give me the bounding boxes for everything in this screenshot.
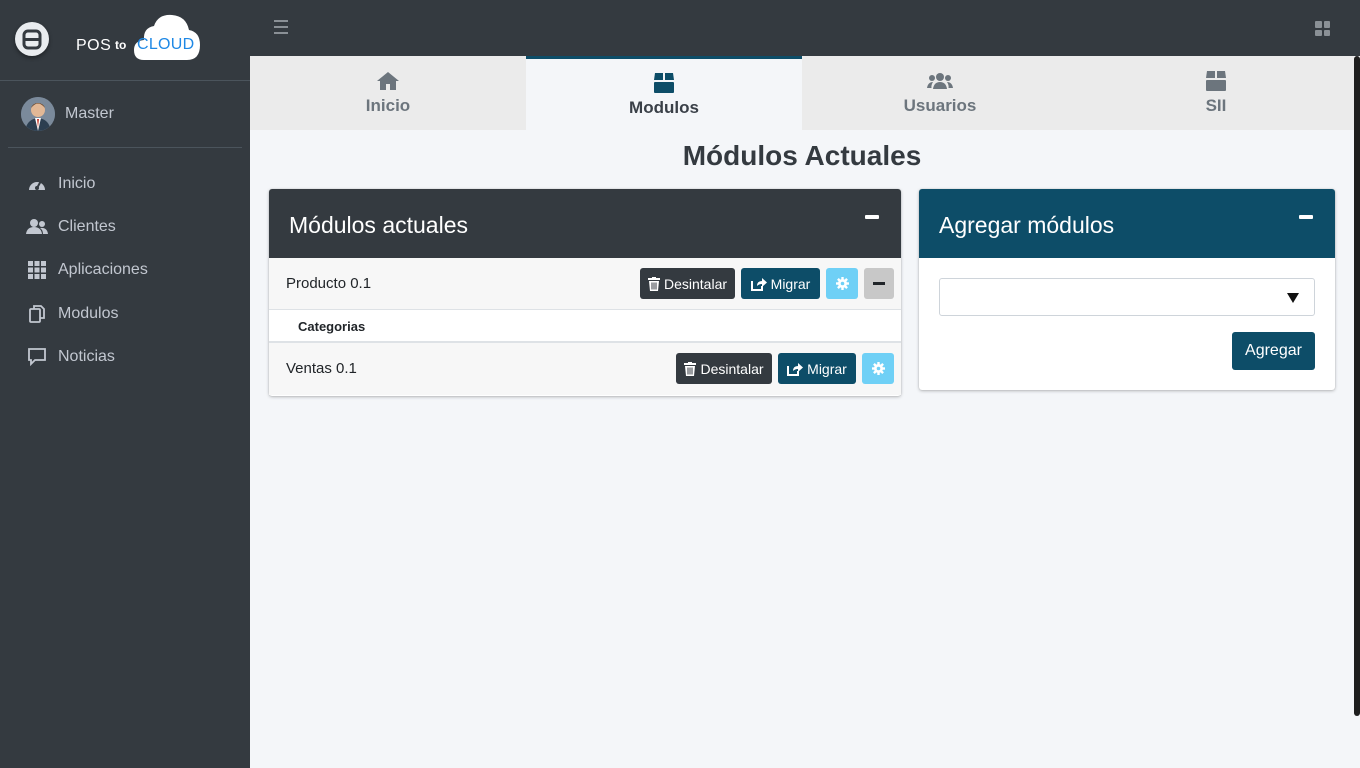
submodule-row: Categorias	[269, 310, 901, 343]
sidebar-item-inicio[interactable]: Inicio	[18, 162, 242, 205]
scrollbar[interactable]	[1354, 56, 1360, 716]
sidebar-item-modulos[interactable]: Modulos	[18, 292, 242, 335]
sidebar-nav: Inicio Clientes Aplicaciones Modulos Not…	[18, 162, 242, 379]
tab-sii[interactable]: SII	[1078, 56, 1354, 130]
apps-grid-icon[interactable]	[1315, 21, 1330, 36]
uninstall-button[interactable]: Desintalar	[640, 268, 735, 299]
card-header: Módulos actuales	[269, 189, 901, 258]
module-name: Ventas 0.1	[286, 360, 357, 377]
module-row: Ventas 0.1 Desintalar Migrar	[269, 343, 901, 395]
tab-label: Usuarios	[903, 96, 977, 115]
settings-button[interactable]	[862, 353, 894, 384]
add-modules-card: Agregar módulos Agregar	[919, 189, 1335, 390]
uninstall-label: Desintalar	[663, 275, 728, 292]
sidebar-item-label: Clientes	[58, 218, 116, 236]
current-modules-card: Módulos actuales Producto 0.1 Desintalar…	[269, 189, 901, 396]
avatar	[21, 97, 55, 131]
caret-down-icon	[1287, 293, 1299, 303]
collapse-icon[interactable]	[865, 215, 879, 219]
tab-label: Modulos	[629, 97, 699, 117]
migrate-button[interactable]: Migrar	[741, 268, 820, 299]
user-name: Master	[65, 105, 114, 122]
share-square-icon	[787, 362, 804, 376]
collapse-module-button[interactable]	[864, 268, 894, 299]
migrate-label: Migrar	[807, 360, 847, 377]
card-title: Agregar módulos	[939, 212, 1115, 238]
tachometer-icon	[26, 174, 48, 194]
card-header: Agregar módulos	[919, 189, 1335, 258]
sidebar-item-label: Inicio	[58, 174, 96, 192]
comment-icon	[26, 347, 48, 367]
sidebar-item-label: Aplicaciones	[58, 261, 148, 279]
migrate-label: Migrar	[770, 275, 811, 292]
brand-cloud: CLOUD	[137, 36, 195, 53]
sidebar: POS to CLOUD Master Inicio Clientes Apli…	[0, 0, 250, 768]
module-select[interactable]	[939, 278, 1315, 316]
card-title: Módulos actuales	[289, 212, 468, 238]
box-icon	[653, 72, 675, 94]
trash-icon	[684, 361, 697, 376]
menu-toggle-icon[interactable]	[274, 20, 288, 34]
th-icon	[26, 260, 48, 280]
uninstall-label: Desintalar	[700, 360, 764, 377]
users-icon	[927, 70, 953, 92]
page-title: Módulos Actuales	[682, 140, 922, 171]
sidebar-item-noticias[interactable]: Noticias	[18, 336, 242, 379]
sidebar-item-aplicaciones[interactable]: Aplicaciones	[18, 249, 242, 292]
tab-modulos[interactable]: Modulos	[526, 56, 802, 130]
add-module-button[interactable]: Agregar	[1232, 332, 1315, 370]
sidebar-item-label: Modulos	[58, 304, 119, 322]
tab-usuarios[interactable]: Usuarios	[802, 56, 1078, 130]
gear-icon	[835, 277, 849, 290]
logo-icon	[15, 22, 49, 56]
brand-to: to	[115, 38, 127, 52]
box-icon	[1205, 70, 1227, 92]
module-name: Producto 0.1	[286, 275, 372, 292]
home-icon	[376, 70, 400, 92]
module-row: Producto 0.1 Desintalar Migrar	[269, 258, 901, 310]
tab-label: SII	[1205, 96, 1227, 115]
users-icon	[26, 217, 48, 237]
topbar	[250, 0, 1360, 56]
user-panel[interactable]: Master	[8, 82, 242, 148]
migrate-button[interactable]: Migrar	[778, 353, 856, 384]
minus-icon	[873, 282, 885, 285]
copy-icon	[26, 304, 48, 324]
trash-icon	[647, 276, 660, 291]
uninstall-button[interactable]: Desintalar	[676, 353, 772, 384]
sidebar-item-clientes[interactable]: Clientes	[18, 205, 242, 248]
brand-pos: POS	[76, 37, 112, 54]
tab-inicio[interactable]: Inicio	[250, 56, 526, 130]
sidebar-item-label: Noticias	[58, 348, 115, 366]
module-tabs: Inicio Modulos Usuarios SII	[250, 56, 1354, 130]
collapse-icon[interactable]	[1299, 215, 1313, 219]
settings-button[interactable]	[826, 268, 858, 299]
submodule-name: Categorias	[298, 319, 366, 334]
gear-icon	[871, 362, 885, 375]
share-square-icon	[750, 277, 767, 291]
tab-label: Inicio	[365, 96, 411, 115]
brand[interactable]: POS to CLOUD	[0, 0, 250, 81]
